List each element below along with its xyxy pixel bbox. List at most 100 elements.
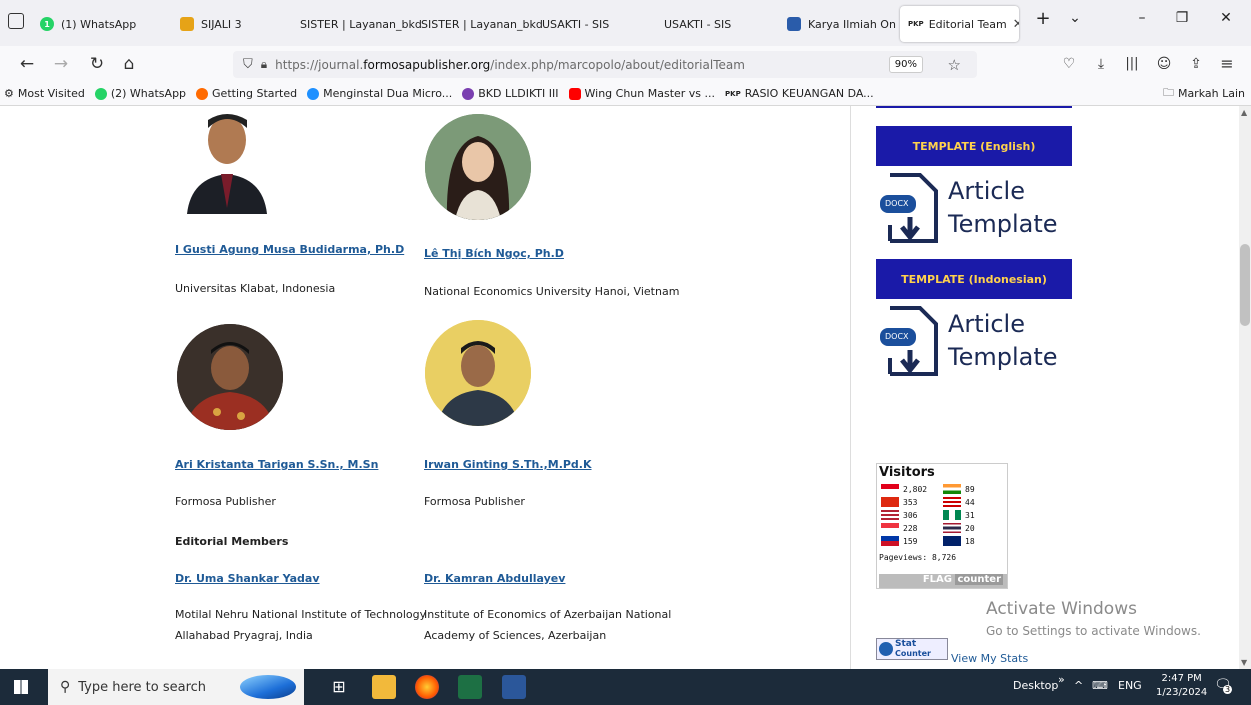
person-affiliation-5b: Allahabad Pryagraj, India [175,629,313,642]
visitor-count-4: 44 [965,498,975,507]
article-template-english-link[interactable]: DOCX Article Template [876,173,1066,249]
folder-icon: 🗀 [1162,86,1174,99]
windows-start-icon[interactable] [14,680,28,694]
close-window-button[interactable]: ✕ [1214,10,1238,26]
list-tabs-button[interactable]: ⌄ [1063,10,1087,26]
youtube-icon [568,87,581,100]
bookmark-whatsapp[interactable]: (2) WhatsApp [94,87,186,100]
photo-ngoc [425,114,531,220]
restore-button[interactable]: ❐ [1170,10,1194,26]
bookmark-bkd[interactable]: BKD LLDIKTI III [462,87,559,100]
tab-sister-1[interactable]: SISTER | Layanan_bkd [300,6,422,42]
view-my-stats-link[interactable]: View My Stats [951,652,1028,665]
firefox-taskbar-icon[interactable] [415,675,439,699]
docx-file-icon [880,306,938,376]
new-tab-button[interactable]: + [1031,8,1055,29]
language-indicator[interactable]: ENG [1118,679,1142,692]
browser-window: 1 (1) WhatsApp SIJALI 3 SISTER | Layanan… [0,0,1251,705]
activate-windows-subtitle: Go to Settings to activate Windows. [986,624,1201,638]
notification-icon[interactable]: 🗨︎ 3 [1214,677,1233,694]
show-hidden-icons-icon[interactable]: ^ [1074,679,1083,692]
task-view-icon[interactable]: ⊞ [327,675,351,699]
person-name-3[interactable]: Ari Kristanta Tarigan S.Sn., M.Sn [175,458,378,471]
statcounter-logo[interactable]: Stat Counter [876,638,948,660]
taskbar-search[interactable]: ⚲ Type here to search [48,669,304,705]
scroll-up-icon[interactable]: ▲ [1241,108,1247,117]
person-affiliation-6a: Institute of Economics of Azerbaijan Nat… [424,608,672,621]
flag-indonesia-icon [881,484,899,494]
back-icon[interactable]: ← [16,54,38,74]
visitor-count-6: 31 [965,511,975,520]
library-icon[interactable]: ||| [1121,54,1143,74]
photo-tarigan [177,324,283,430]
url-bar[interactable]: ⛉ 🔒︎ https://journal. formosapublisher.o… [233,51,977,78]
minimize-button[interactable]: – [1130,10,1154,26]
reload-icon[interactable]: ↻ [86,54,108,74]
tab-overview-icon[interactable] [8,13,24,29]
tab-sister-2[interactable]: SISTER | Layanan_bkd [421,6,543,42]
forward-icon[interactable]: → [50,54,72,74]
taskbar: ⚲ Type here to search ⊞ Desktop » ^ ⌨ EN… [0,669,1251,705]
bookmark-menginstal[interactable]: Menginstal Dua Micro... [307,87,452,100]
zoom-indicator[interactable]: 90% [888,56,923,73]
scrollbar-thumb[interactable] [1240,244,1250,326]
extensions-icon[interactable]: ⇪ [1185,54,1207,74]
visitor-count-5: 306 [903,511,918,520]
bookmark-other[interactable]: 🗀 Markah Lain [1163,84,1245,103]
menu-icon[interactable]: ≡ [1216,54,1238,74]
person-name-1[interactable]: I Gusti Agung Musa Budidarma, Ph.D [175,243,404,256]
shield-icon: ⛉ [243,57,253,72]
close-tab-icon[interactable]: ✕ [1013,17,1019,32]
home-icon[interactable]: ⌂ [118,54,140,74]
tab-sijali[interactable]: SIJALI 3 [180,6,242,42]
bookmark-most-visited[interactable]: ⚙ Most Visited [4,87,85,100]
flag-china-icon [881,497,899,507]
excel-icon[interactable] [458,675,482,699]
bkd-icon [462,87,475,100]
clock[interactable]: 2:47 PM 1/23/2024 [1156,672,1207,700]
bookmark-rasio[interactable]: PKP RASIO KEUANGAN DA... [725,87,874,100]
network-icon[interactable]: ⌨ [1092,679,1108,692]
scroll-down-icon[interactable]: ▼ [1241,658,1247,667]
nav-bar: ← → ↻ ⌂ ⛉ 🔒︎ https://journal. formosapub… [0,46,1251,82]
tab-usakti-1[interactable]: USAKTI - SIS [542,6,609,42]
firefox-icon [196,87,209,100]
bookmark-wing-chun[interactable]: Wing Chun Master vs ... [568,87,715,100]
person-name-2[interactable]: Lê Thị Bích Ngọc, Ph.D [424,247,564,260]
karya-icon [787,17,801,31]
file-explorer-icon[interactable] [372,675,396,699]
pocket-icon[interactable]: ♡ [1058,54,1080,74]
bookmarks-bar: ⚙ Most Visited (2) WhatsApp Getting Star… [0,82,1251,106]
page-scrollbar[interactable]: ▲ ▼ [1239,106,1251,669]
gear-icon: ⚙ [4,87,14,100]
template-indonesian-button[interactable]: TEMPLATE (Indonesian) [876,259,1072,299]
sidebar-divider [850,106,851,669]
template-english-button[interactable]: TEMPLATE (English) [876,126,1072,166]
visitor-count-2: 89 [965,485,975,494]
tab-whatsapp[interactable]: 1 (1) WhatsApp [40,6,136,42]
tab-editorial-team[interactable]: PKP Editorial Team ✕ [900,6,1019,42]
bookmark-star-icon[interactable]: ☆ [948,56,961,74]
flag-singapore-icon [881,523,899,533]
photo-budidarma [177,108,283,214]
flag-counter-widget[interactable]: Visitors 2,802 89 353 44 306 31 228 20 1… [876,463,1008,589]
desktop-toolbar[interactable]: Desktop [1013,679,1058,692]
person-affiliation-3: Formosa Publisher [175,495,276,508]
url-host: formosapublisher.org [363,57,491,72]
flag-uk-icon [943,536,961,546]
pkp-icon: PKP [725,89,741,98]
person-name-6[interactable]: Dr. Kamran Abdullayev [424,572,565,585]
flag-nigeria-icon [943,510,961,520]
account-icon[interactable]: ☺ [1153,54,1175,74]
whatsapp-icon: 1 [40,17,54,31]
chevron-right-icon[interactable]: » [1058,673,1065,686]
downloads-icon[interactable]: ⤓ [1090,54,1112,74]
tab-usakti-2[interactable]: USAKTI - SIS [664,6,731,42]
person-name-4[interactable]: Irwan Ginting S.Th.,M.Pd.K [424,458,592,471]
statcounter-icon [879,642,893,656]
article-template-indonesian-link[interactable]: DOCX Article Template [876,306,1066,382]
bookmark-getting-started[interactable]: Getting Started [196,87,297,100]
word-icon[interactable] [502,675,526,699]
person-name-5[interactable]: Dr. Uma Shankar Yadav [175,572,320,585]
tab-karya-ilmiah[interactable]: Karya Ilmiah Onli [787,6,897,42]
